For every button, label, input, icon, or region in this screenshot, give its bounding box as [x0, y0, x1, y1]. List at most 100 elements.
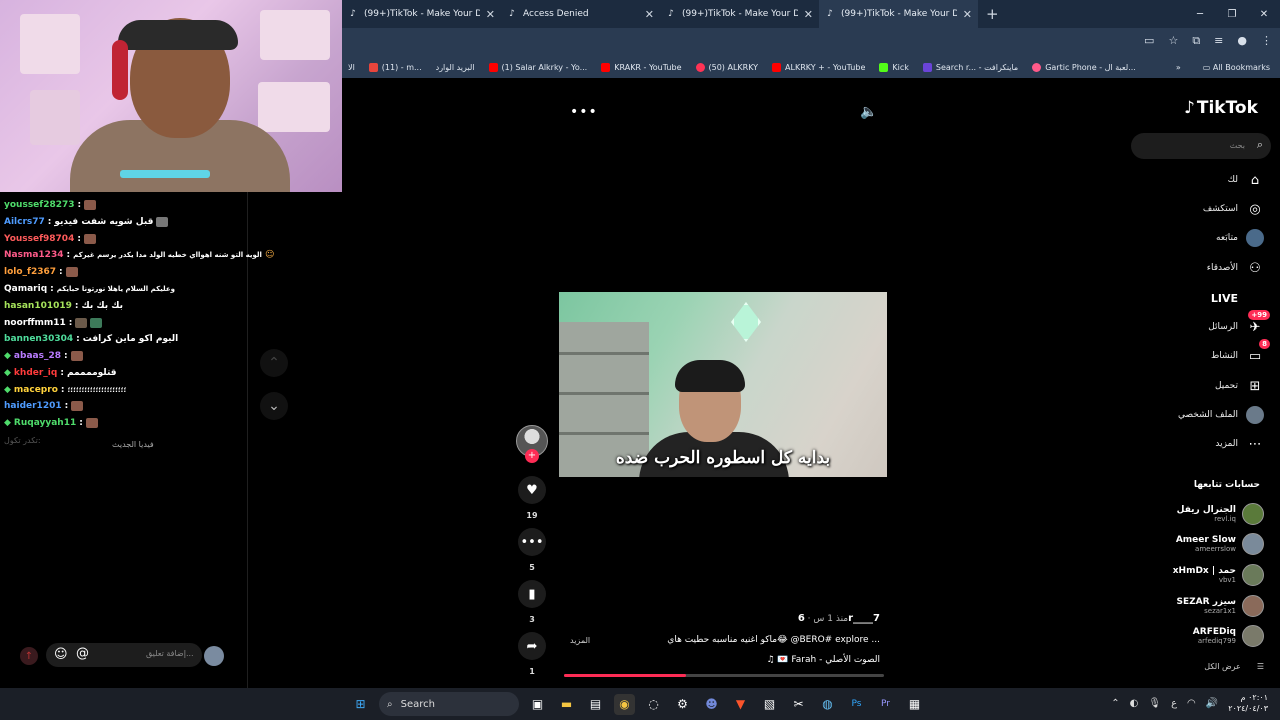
star-icon[interactable]: ☆	[1168, 34, 1178, 48]
menu-item-friends[interactable]: الأصدقاء ⚇	[1207, 259, 1264, 277]
chat-username[interactable]: Ailcrs77	[4, 217, 45, 227]
followed-account[interactable]: ARFEDiq arfediq799	[1193, 625, 1264, 647]
file-explorer-icon[interactable]: ▬	[556, 694, 577, 715]
close-icon[interactable]: ✕	[645, 8, 654, 21]
chevron-up-icon[interactable]: ⌃	[1111, 698, 1119, 709]
next-video-button[interactable]: ⌄	[260, 392, 288, 420]
followed-account[interactable]: SEZAR سيزر sezar1x1	[1177, 595, 1264, 617]
chat-username[interactable]: Nasma1234	[4, 250, 63, 260]
followed-account[interactable]: Ameer Slow ameerrslow	[1176, 533, 1264, 555]
menu-item-more[interactable]: المزيد ⋯	[1215, 435, 1264, 453]
browser-tab[interactable]: ♪ Access Denied ✕	[501, 0, 660, 28]
tiktok-logo[interactable]: ♪ TikTok	[1184, 98, 1258, 118]
browser-tab-active[interactable]: ♪ (99+)TikTok - Make Your Day ✕	[819, 0, 978, 28]
chat-username[interactable]: Qamariq	[4, 284, 47, 294]
windows-start-icon[interactable]: ⊞	[350, 694, 371, 715]
restore-icon[interactable]: ❐	[1216, 0, 1248, 28]
chat-username[interactable]: bannen30304	[4, 334, 73, 344]
close-icon[interactable]: ✕	[804, 8, 813, 21]
search-icon[interactable]: ⌕	[1257, 138, 1263, 152]
mention-icon[interactable]: @	[76, 646, 89, 661]
chrome-icon[interactable]: ◉	[614, 693, 635, 715]
media-icon[interactable]: ≡	[1214, 34, 1223, 48]
microphone-icon[interactable]: 🎙	[1148, 698, 1161, 709]
photoshop-icon[interactable]: Ps	[846, 694, 867, 715]
more-link[interactable]: المزيد	[570, 636, 590, 645]
brave-icon[interactable]: ▼	[730, 694, 751, 715]
send-icon[interactable]: ↑	[20, 647, 38, 665]
speaker-icon[interactable]: 🔊	[1206, 698, 1218, 709]
capcut-icon[interactable]: ✂	[788, 694, 809, 715]
menu-item-for-you[interactable]: لك ⌂	[1228, 171, 1264, 189]
save-button[interactable]: ▮ 3	[518, 580, 546, 624]
kebab-menu-icon[interactable]: ⋮	[1261, 34, 1272, 48]
chat-username[interactable]: khder_iq	[14, 368, 57, 378]
chat-username[interactable]: youssef28273	[4, 200, 75, 210]
menu-item-live[interactable]: LIVE	[1211, 289, 1264, 307]
store-icon[interactable]: ▤	[585, 694, 606, 715]
discord-icon[interactable]: ☻	[701, 694, 722, 715]
menu-item-messages[interactable]: الرسائل ✈ +99	[1208, 310, 1270, 336]
bookmark[interactable]: (1) Salar Alkrky - Yo...	[483, 62, 596, 72]
chat-username[interactable]: haider1201	[4, 401, 62, 411]
steam-icon[interactable]: ◍	[817, 694, 838, 715]
bookmark[interactable]: Search r... - ماينكرافت	[917, 62, 1026, 72]
network-icon[interactable]: ◐	[1130, 698, 1139, 709]
chat-username[interactable]: hasan101019	[4, 301, 72, 311]
browser-tab[interactable]: ♪ (99+)TikTok - Make Your Day ✕	[342, 0, 501, 28]
comment-button[interactable]: ••• 5	[518, 528, 546, 572]
obs-icon[interactable]: ◌	[643, 694, 664, 715]
cast-icon[interactable]: ▭	[1144, 34, 1154, 48]
chat-username[interactable]: lolo_f2367	[4, 267, 56, 277]
wifi-icon[interactable]: ◠	[1187, 698, 1196, 709]
menu-item-activity[interactable]: النشاط ▭ 8	[1211, 339, 1270, 365]
bookmark[interactable]: KRAKR - YouTube	[595, 62, 689, 72]
bookmark[interactable]: (50) ALKRKY	[690, 62, 767, 72]
minimize-icon[interactable]: ─	[1184, 0, 1216, 28]
menu-item-following[interactable]: متابَعه	[1216, 229, 1264, 247]
share-button[interactable]: ➦ 1	[518, 632, 546, 676]
follow-plus-icon[interactable]: +	[525, 449, 539, 463]
app-icon[interactable]: ▧	[759, 694, 780, 715]
close-window-icon[interactable]: ✕	[1248, 0, 1280, 28]
language-indicator[interactable]: ع	[1171, 698, 1177, 709]
browser-tab[interactable]: ♪ (99+)TikTok - Make Your Day ✕	[660, 0, 819, 28]
chat-username[interactable]: macepro	[14, 385, 58, 395]
premiere-icon[interactable]: Pr	[875, 694, 896, 715]
chat-username[interactable]: abaas_28	[14, 351, 61, 361]
bookmark[interactable]: الا	[342, 63, 363, 72]
like-button[interactable]: ♥ 19	[518, 476, 546, 520]
chat-username[interactable]: Ruqayyah11	[14, 418, 76, 428]
more-options-icon[interactable]: •••	[570, 104, 598, 120]
menu-item-upload[interactable]: تحميل ⊞	[1215, 377, 1264, 395]
task-view-icon[interactable]: ▣	[527, 694, 548, 715]
bookmark[interactable]: (11) - m...	[363, 62, 430, 72]
chevron-right-icon[interactable]: »	[1176, 63, 1181, 72]
see-all-link[interactable]: عرض الكل ☰	[1204, 662, 1264, 671]
taskbar-search[interactable]: ⌕ Search	[379, 692, 519, 716]
emoji-icon[interactable]: ☺	[54, 647, 68, 662]
followed-account[interactable]: الجنرال ريفل revl.iq	[1177, 503, 1264, 525]
close-icon[interactable]: ✕	[486, 8, 495, 21]
new-tab-icon[interactable]: +	[986, 5, 999, 23]
app-icon[interactable]: ▦	[904, 694, 925, 715]
settings-icon[interactable]: ⚙	[672, 694, 693, 715]
bookmark[interactable]: البريد الوارد	[430, 63, 483, 72]
profile-avatar-icon[interactable]: ●	[1237, 34, 1247, 48]
chat-username[interactable]: noorffmm11	[4, 318, 66, 328]
extensions-icon[interactable]: ⧉	[1192, 34, 1200, 48]
chat-username[interactable]: Youssef98704	[4, 234, 74, 244]
bookmark[interactable]: Gartic Phone - لعبة ال...	[1026, 62, 1144, 72]
bookmark[interactable]: Kick	[873, 62, 917, 72]
video-player[interactable]: بدايه كل اسطوره الحرب ضده	[559, 292, 887, 477]
all-bookmarks[interactable]: ▭ All Bookmarks	[1203, 63, 1270, 72]
video-progress-bar[interactable]	[564, 674, 884, 677]
volume-icon[interactable]: 🔈	[860, 104, 877, 120]
previous-video-button[interactable]: ⌃	[260, 349, 288, 377]
search-input[interactable]: بحث ⌕	[1131, 133, 1271, 159]
clock[interactable]: ٠٢:٠١ م ٢٠٢٤/٠٤/٠٣	[1228, 692, 1268, 714]
menu-item-explore[interactable]: استكشف ◎	[1203, 200, 1264, 218]
close-icon[interactable]: ✕	[963, 8, 972, 21]
bookmark[interactable]: ALKRKY + - YouTube	[766, 62, 873, 72]
followed-account[interactable]: xHmDx | حمد vbv1	[1173, 564, 1264, 586]
